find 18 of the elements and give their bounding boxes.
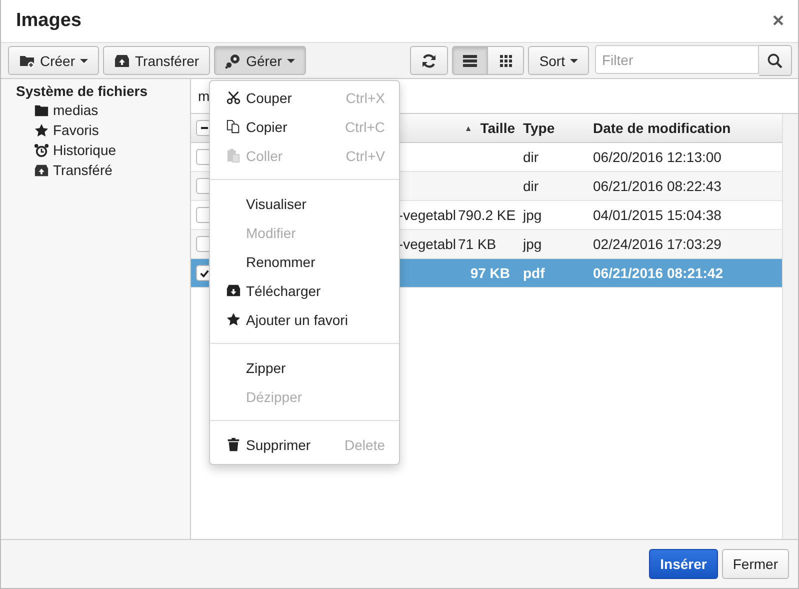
table-cell: jpg — [523, 236, 542, 252]
table-cell: 06/21/2016 08:21:42 — [593, 265, 723, 281]
sort-indicator: ▲ — [464, 124, 472, 132]
sidebar-title: Système de fichiers — [16, 83, 149, 99]
table-cell: 71 KB — [458, 236, 496, 252]
table-cell: -vegetabl — [398, 236, 456, 252]
table-cell: pdf — [523, 265, 545, 281]
table-cell: 790.2 KE — [458, 207, 516, 223]
table-cell: 06/20/2016 12:13:00 — [593, 149, 722, 165]
table-cell: 97 KB — [470, 265, 510, 281]
table-cell: jpg — [523, 207, 542, 223]
window-title: Images — [16, 10, 82, 32]
table-cell: 06/21/2016 08:22:43 — [593, 178, 722, 194]
table-cell: -vegetabl — [398, 207, 456, 223]
table-cell: dir — [523, 178, 539, 194]
table-cell: 04/01/2015 15:04:38 — [593, 207, 722, 223]
table-cell: 02/24/2016 17:03:29 — [593, 236, 722, 252]
table-cell: dir — [523, 149, 539, 165]
